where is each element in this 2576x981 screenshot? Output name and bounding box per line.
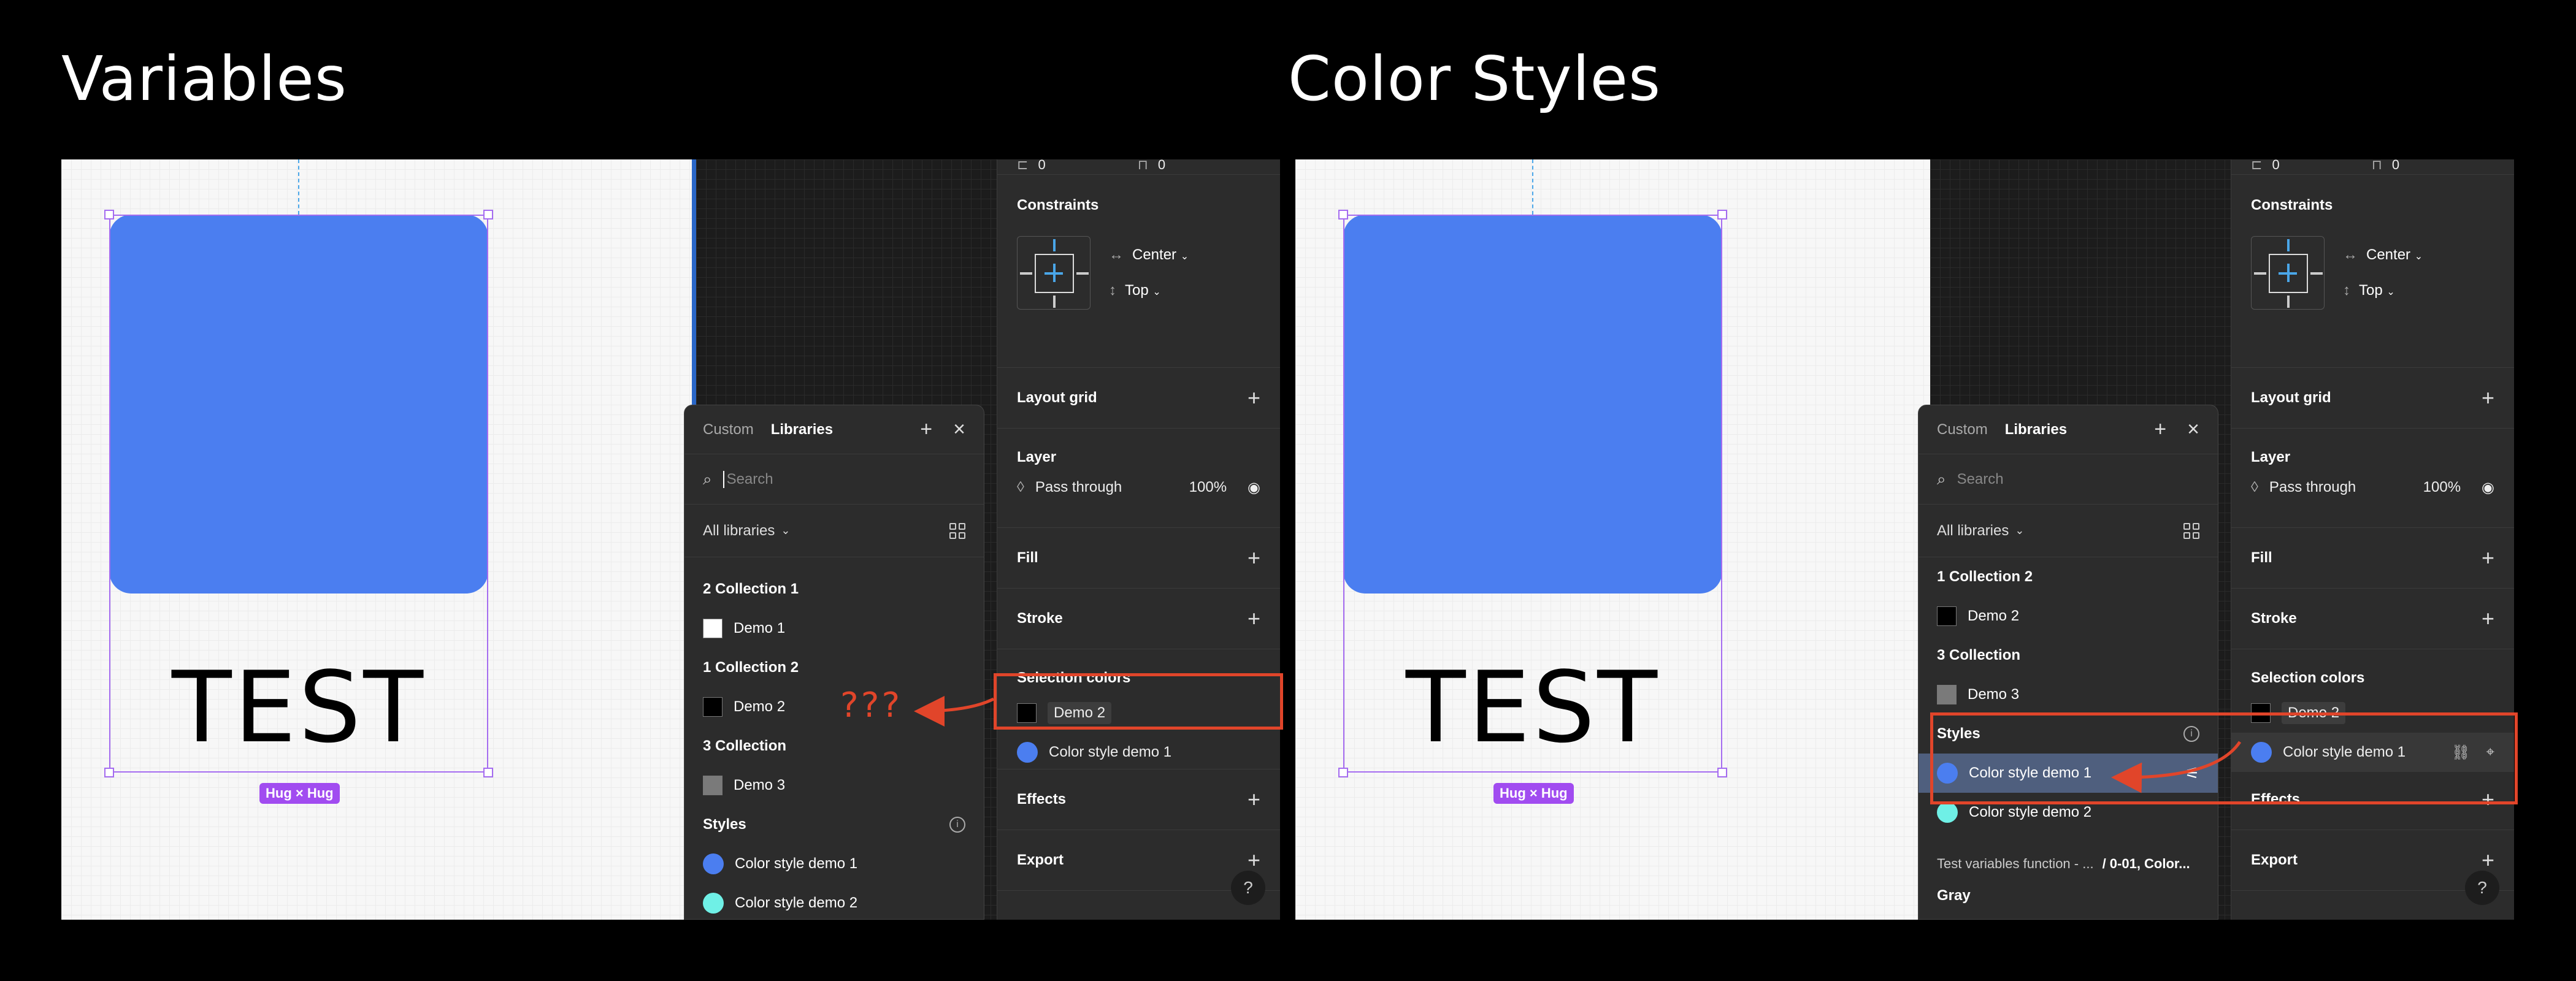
callout-arrow [2111, 741, 2242, 793]
heading-color-styles: Color Styles [1288, 43, 1662, 115]
heading-variables: Variables [61, 43, 347, 115]
figma-screenshot-color-styles: TEST Hug × Hug Custom Libraries + × ⌕ Se… [1295, 159, 2523, 920]
figma-screenshot-variables: TEST Hug × Hug Custom Libraries + × ⌕ Se… [61, 159, 1289, 920]
comparison-figure: Variables Color Styles TEST Hug × Hug Cu… [0, 0, 2576, 981]
callout-arrow [914, 695, 995, 727]
